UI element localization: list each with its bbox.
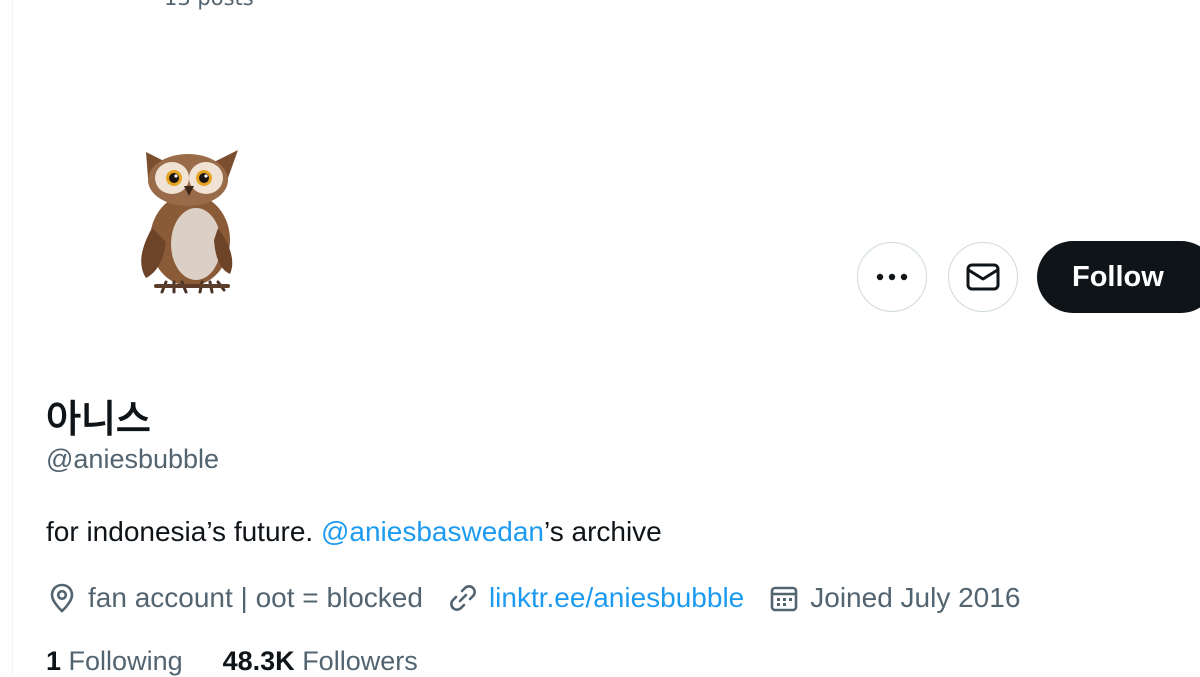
bio-text-prefix: for indonesia’s future. <box>46 516 321 547</box>
post-count: 13 posts <box>164 0 254 10</box>
profile-avatar[interactable] <box>130 140 246 300</box>
more-icon <box>876 273 908 281</box>
following-stat[interactable]: 1 Following <box>46 646 183 677</box>
joined-text: Joined July 2016 <box>810 582 1021 613</box>
message-button[interactable] <box>948 242 1018 312</box>
profile-meta: fan account | oot = blocked linktr.ee/an… <box>46 578 1044 618</box>
location-text: fan account | oot = blocked <box>88 582 423 613</box>
website-link[interactable]: linktr.ee/aniesbubble <box>489 582 744 614</box>
followers-stat[interactable]: 48.3K Followers <box>223 646 418 677</box>
followers-label: Followers <box>302 646 418 676</box>
website-item[interactable]: linktr.ee/aniesbubble <box>447 582 744 614</box>
profile-handle: @aniesbubble <box>46 444 220 474</box>
location-pin-icon <box>50 583 74 613</box>
follow-button[interactable]: Follow <box>1037 241 1200 313</box>
display-name: 아니스 <box>46 397 151 441</box>
bio-text-suffix: ’s archive <box>544 516 662 547</box>
following-count: 1 <box>46 646 62 676</box>
calendar-icon <box>770 586 798 612</box>
more-button[interactable] <box>857 242 927 312</box>
followers-count: 48.3K <box>222 646 295 676</box>
link-icon <box>450 585 476 611</box>
profile-bio: for indonesia’s future. @aniesbaswedan’s… <box>46 516 662 548</box>
follow-stats: 1 Following 48.3K Followers <box>46 646 458 677</box>
following-label: Following <box>68 646 183 676</box>
envelope-icon <box>966 263 1000 291</box>
left-border <box>12 0 13 675</box>
bio-mention-link[interactable]: @aniesbaswedan <box>321 516 544 547</box>
joined-item: Joined July 2016 <box>768 582 1020 614</box>
owl-emoji-icon <box>141 150 238 294</box>
location-item: fan account | oot = blocked <box>46 582 423 614</box>
